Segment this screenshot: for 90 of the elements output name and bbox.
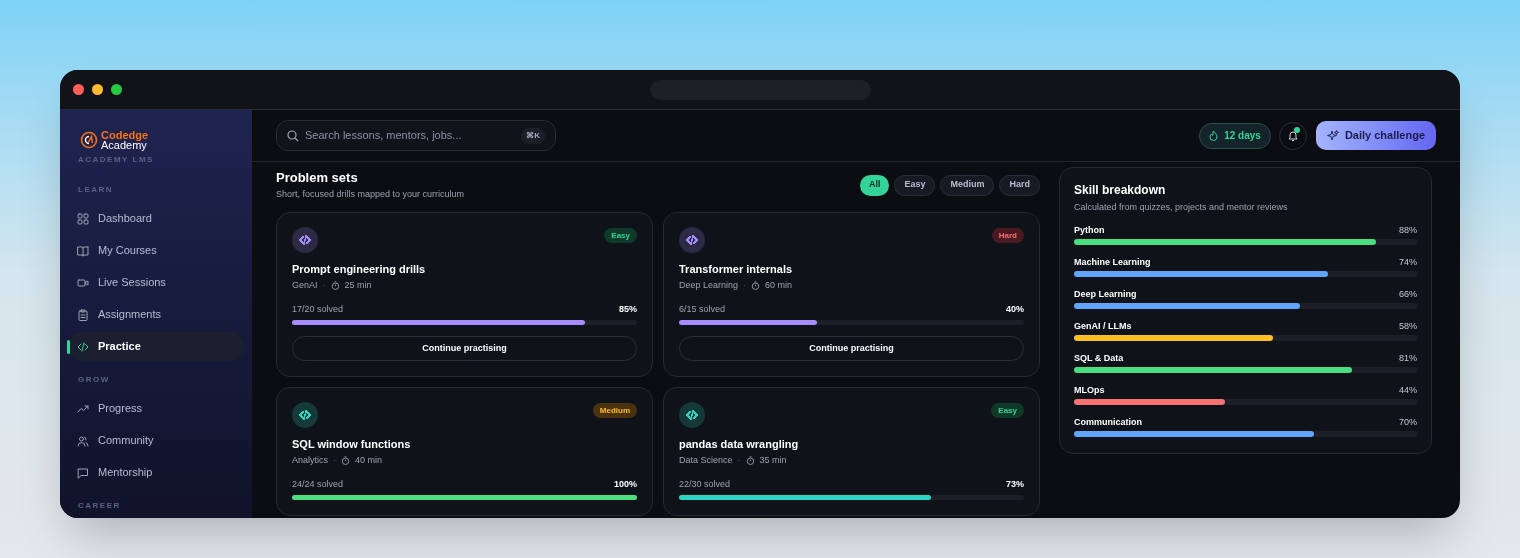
solved-count: 6/15 solved <box>679 303 726 315</box>
timer-icon <box>751 280 761 290</box>
topic-label: Deep Learning <box>679 279 739 291</box>
brand-name: Codedge <box>101 130 149 140</box>
skill-percent: 74% <box>1399 256 1417 268</box>
logo-icon <box>80 131 98 149</box>
panel-title: Skill breakdown <box>1074 183 1167 198</box>
section-title: Problem sets <box>276 170 359 186</box>
section-subtitle: Short, focused drills mapped to your curriculum <box>276 188 465 200</box>
solved-count: 24/24 solved <box>292 478 344 490</box>
difficulty-badge: Hard <box>991 228 1024 243</box>
difficulty-badge: Easy <box>604 228 637 243</box>
nav-item[interactable]: Assignments <box>68 300 244 329</box>
skill-name: Machine Learning <box>1074 256 1151 268</box>
percent-label: 85% <box>619 303 637 315</box>
percent-label: 40% <box>1006 303 1024 315</box>
search-icon <box>287 129 299 142</box>
percent-label: 73% <box>1006 478 1024 490</box>
timer-icon <box>330 280 340 290</box>
filter-chip[interactable]: Hard <box>999 174 1040 196</box>
duration-label: 25 min <box>344 279 372 291</box>
bell-icon <box>1286 129 1299 142</box>
card-title: SQL window functions <box>292 437 412 451</box>
solved-count: 17/20 solved <box>292 303 344 315</box>
section-label: GROW <box>77 375 111 385</box>
brand-name: Academy <box>101 140 147 150</box>
search-input[interactable]: Search lessons, mentors, jobs... <box>305 127 516 144</box>
timer-icon <box>341 455 350 465</box>
skill-name: GenAI / LLMs <box>1074 320 1132 332</box>
separator-dot: · <box>737 454 741 466</box>
minimize-window-button[interactable] <box>92 84 103 95</box>
skill-percent: 66% <box>1399 288 1417 300</box>
filter-chip[interactable]: Easy <box>894 174 936 196</box>
nav-item[interactable]: Mentorship <box>68 458 244 487</box>
panel-subtitle: Calculated from quizzes, projects and mentor reviews <box>1074 201 1289 213</box>
percent-label: 100% <box>613 478 637 490</box>
topic-label: Data Science <box>679 454 733 466</box>
skill-percent: 88% <box>1399 224 1417 236</box>
filter-chip[interactable]: All <box>859 174 890 196</box>
filter-chip[interactable]: Medium <box>940 174 995 196</box>
topic-label: GenAI <box>292 279 318 291</box>
skill-name: MLOps <box>1074 384 1105 396</box>
section-label: LEARN <box>77 185 115 195</box>
nav-item[interactable]: Live Sessions <box>68 268 244 297</box>
maximize-window-button[interactable] <box>111 84 122 95</box>
separator-dot: · <box>333 454 336 466</box>
close-window-button[interactable] <box>73 84 84 95</box>
video-camera-icon <box>77 276 89 289</box>
daily-challenge-button[interactable]: Daily challenge <box>1315 121 1436 150</box>
shortcut-hint: ⌘K <box>521 127 545 144</box>
nav-item[interactable]: My Courses <box>68 236 244 265</box>
duration-label: 40 min <box>355 454 383 466</box>
nav-item[interactable]: Progress <box>68 394 244 423</box>
skill-name: Deep Learning <box>1074 288 1137 300</box>
difficulty-badge: Medium <box>592 403 637 418</box>
difficulty-badge: Easy <box>991 403 1024 418</box>
duration-label: 60 min <box>765 279 793 291</box>
skill-percent: 58% <box>1399 320 1417 332</box>
skill-name: Communication <box>1074 416 1142 428</box>
card-title: Prompt engineering drills <box>292 262 427 276</box>
card-title: pandas data wrangling <box>679 437 800 451</box>
sparkles-icon <box>1326 129 1339 142</box>
trend-up-icon <box>77 402 89 415</box>
skill-percent: 81% <box>1399 352 1417 364</box>
separator-dot: · <box>322 279 326 291</box>
duration-label: 35 min <box>759 454 787 466</box>
section-label: CAREER <box>77 501 122 511</box>
nav-item[interactable]: Dashboard <box>68 204 244 233</box>
skill-percent: 70% <box>1399 416 1417 428</box>
separator-dot: · <box>743 279 747 291</box>
search-field[interactable]: Search lessons, mentors, jobs... ⌘K <box>276 120 556 151</box>
streak-badge[interactable]: 12 days <box>1199 122 1271 149</box>
users-icon <box>77 434 89 447</box>
active-indicator <box>67 340 70 354</box>
card-title: Transformer internals <box>679 262 794 276</box>
grid-icon <box>77 212 89 225</box>
code-icon <box>77 340 89 353</box>
nav-item[interactable]: Community <box>68 426 244 455</box>
skill-name: Python <box>1074 224 1105 236</box>
skill-percent: 44% <box>1399 384 1417 396</box>
chat-bubble-icon <box>77 466 89 479</box>
brand-subtitle: ACADEMY LMS <box>77 155 155 165</box>
nav-item[interactable]: Practice <box>68 332 244 361</box>
skill-name: SQL & Data <box>1074 352 1124 364</box>
flame-icon <box>1209 130 1219 141</box>
solved-count: 22/30 solved <box>679 478 731 490</box>
clipboard-icon <box>77 308 89 321</box>
topic-label: Analytics <box>292 454 328 466</box>
timer-icon <box>745 455 755 465</box>
book-icon <box>77 244 89 257</box>
